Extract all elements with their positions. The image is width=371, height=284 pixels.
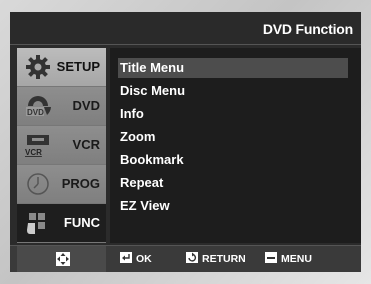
enter-icon: [120, 252, 132, 263]
dvd-disc-icon: DVD: [26, 96, 51, 117]
gear-icon: [26, 55, 50, 79]
sidebar-item-dvd[interactable]: DVD DVD: [17, 87, 106, 126]
clock-icon: [27, 173, 49, 195]
menu-label: MENU: [281, 253, 312, 265]
menu-hint: MENU: [265, 252, 312, 266]
return-hint: RETURN: [186, 252, 246, 266]
svg-text:DVD: DVD: [27, 108, 44, 117]
sidebar-item-label: FUNC: [63, 215, 100, 230]
menu-item-title-menu[interactable]: Title Menu: [118, 58, 348, 78]
menu-item-repeat[interactable]: Repeat: [118, 173, 348, 193]
page-title: DVD Function: [262, 21, 353, 37]
osd-screen: DVD Function SETUP DVD DVD VCR VCR PROG …: [10, 12, 361, 272]
sidebar: SETUP DVD DVD VCR VCR PROG FUNC: [17, 48, 106, 243]
sidebar-item-label: DVD: [72, 98, 100, 113]
return-label: RETURN: [202, 253, 246, 265]
vcr-icon: VCR: [25, 135, 49, 157]
menu-item-bookmark[interactable]: Bookmark: [118, 150, 348, 170]
sidebar-item-vcr[interactable]: VCR VCR: [17, 126, 106, 165]
menu-item-info[interactable]: Info: [118, 104, 348, 124]
svg-text:VCR: VCR: [25, 148, 42, 157]
sidebar-item-setup[interactable]: SETUP: [17, 48, 106, 87]
menu-item-zoom[interactable]: Zoom: [118, 127, 348, 147]
function-menu: Title Menu Disc Menu Info Zoom Bookmark …: [110, 48, 361, 243]
return-icon: [186, 252, 198, 263]
ok-label: OK: [136, 253, 152, 265]
menu-item-ez-view[interactable]: EZ View: [118, 196, 348, 216]
ok-hint: OK: [120, 252, 152, 266]
sidebar-item-label: SETUP: [56, 59, 100, 74]
menu-item-disc-menu[interactable]: Disc Menu: [118, 81, 348, 101]
tv-bezel: DVD Function SETUP DVD DVD VCR VCR PROG …: [0, 0, 371, 284]
hint-bar: OK RETURN MENU: [10, 245, 361, 272]
nav-hint: [17, 246, 106, 272]
sidebar-item-label: VCR: [72, 137, 100, 152]
function-icon: [27, 213, 45, 234]
directional-pad-icon: [56, 252, 70, 266]
title-bar: DVD Function: [10, 12, 361, 45]
sidebar-item-label: PROG: [61, 176, 100, 191]
menu-icon: [265, 252, 277, 263]
sidebar-item-func[interactable]: FUNC: [17, 204, 106, 243]
sidebar-item-prog[interactable]: PROG: [17, 165, 106, 204]
